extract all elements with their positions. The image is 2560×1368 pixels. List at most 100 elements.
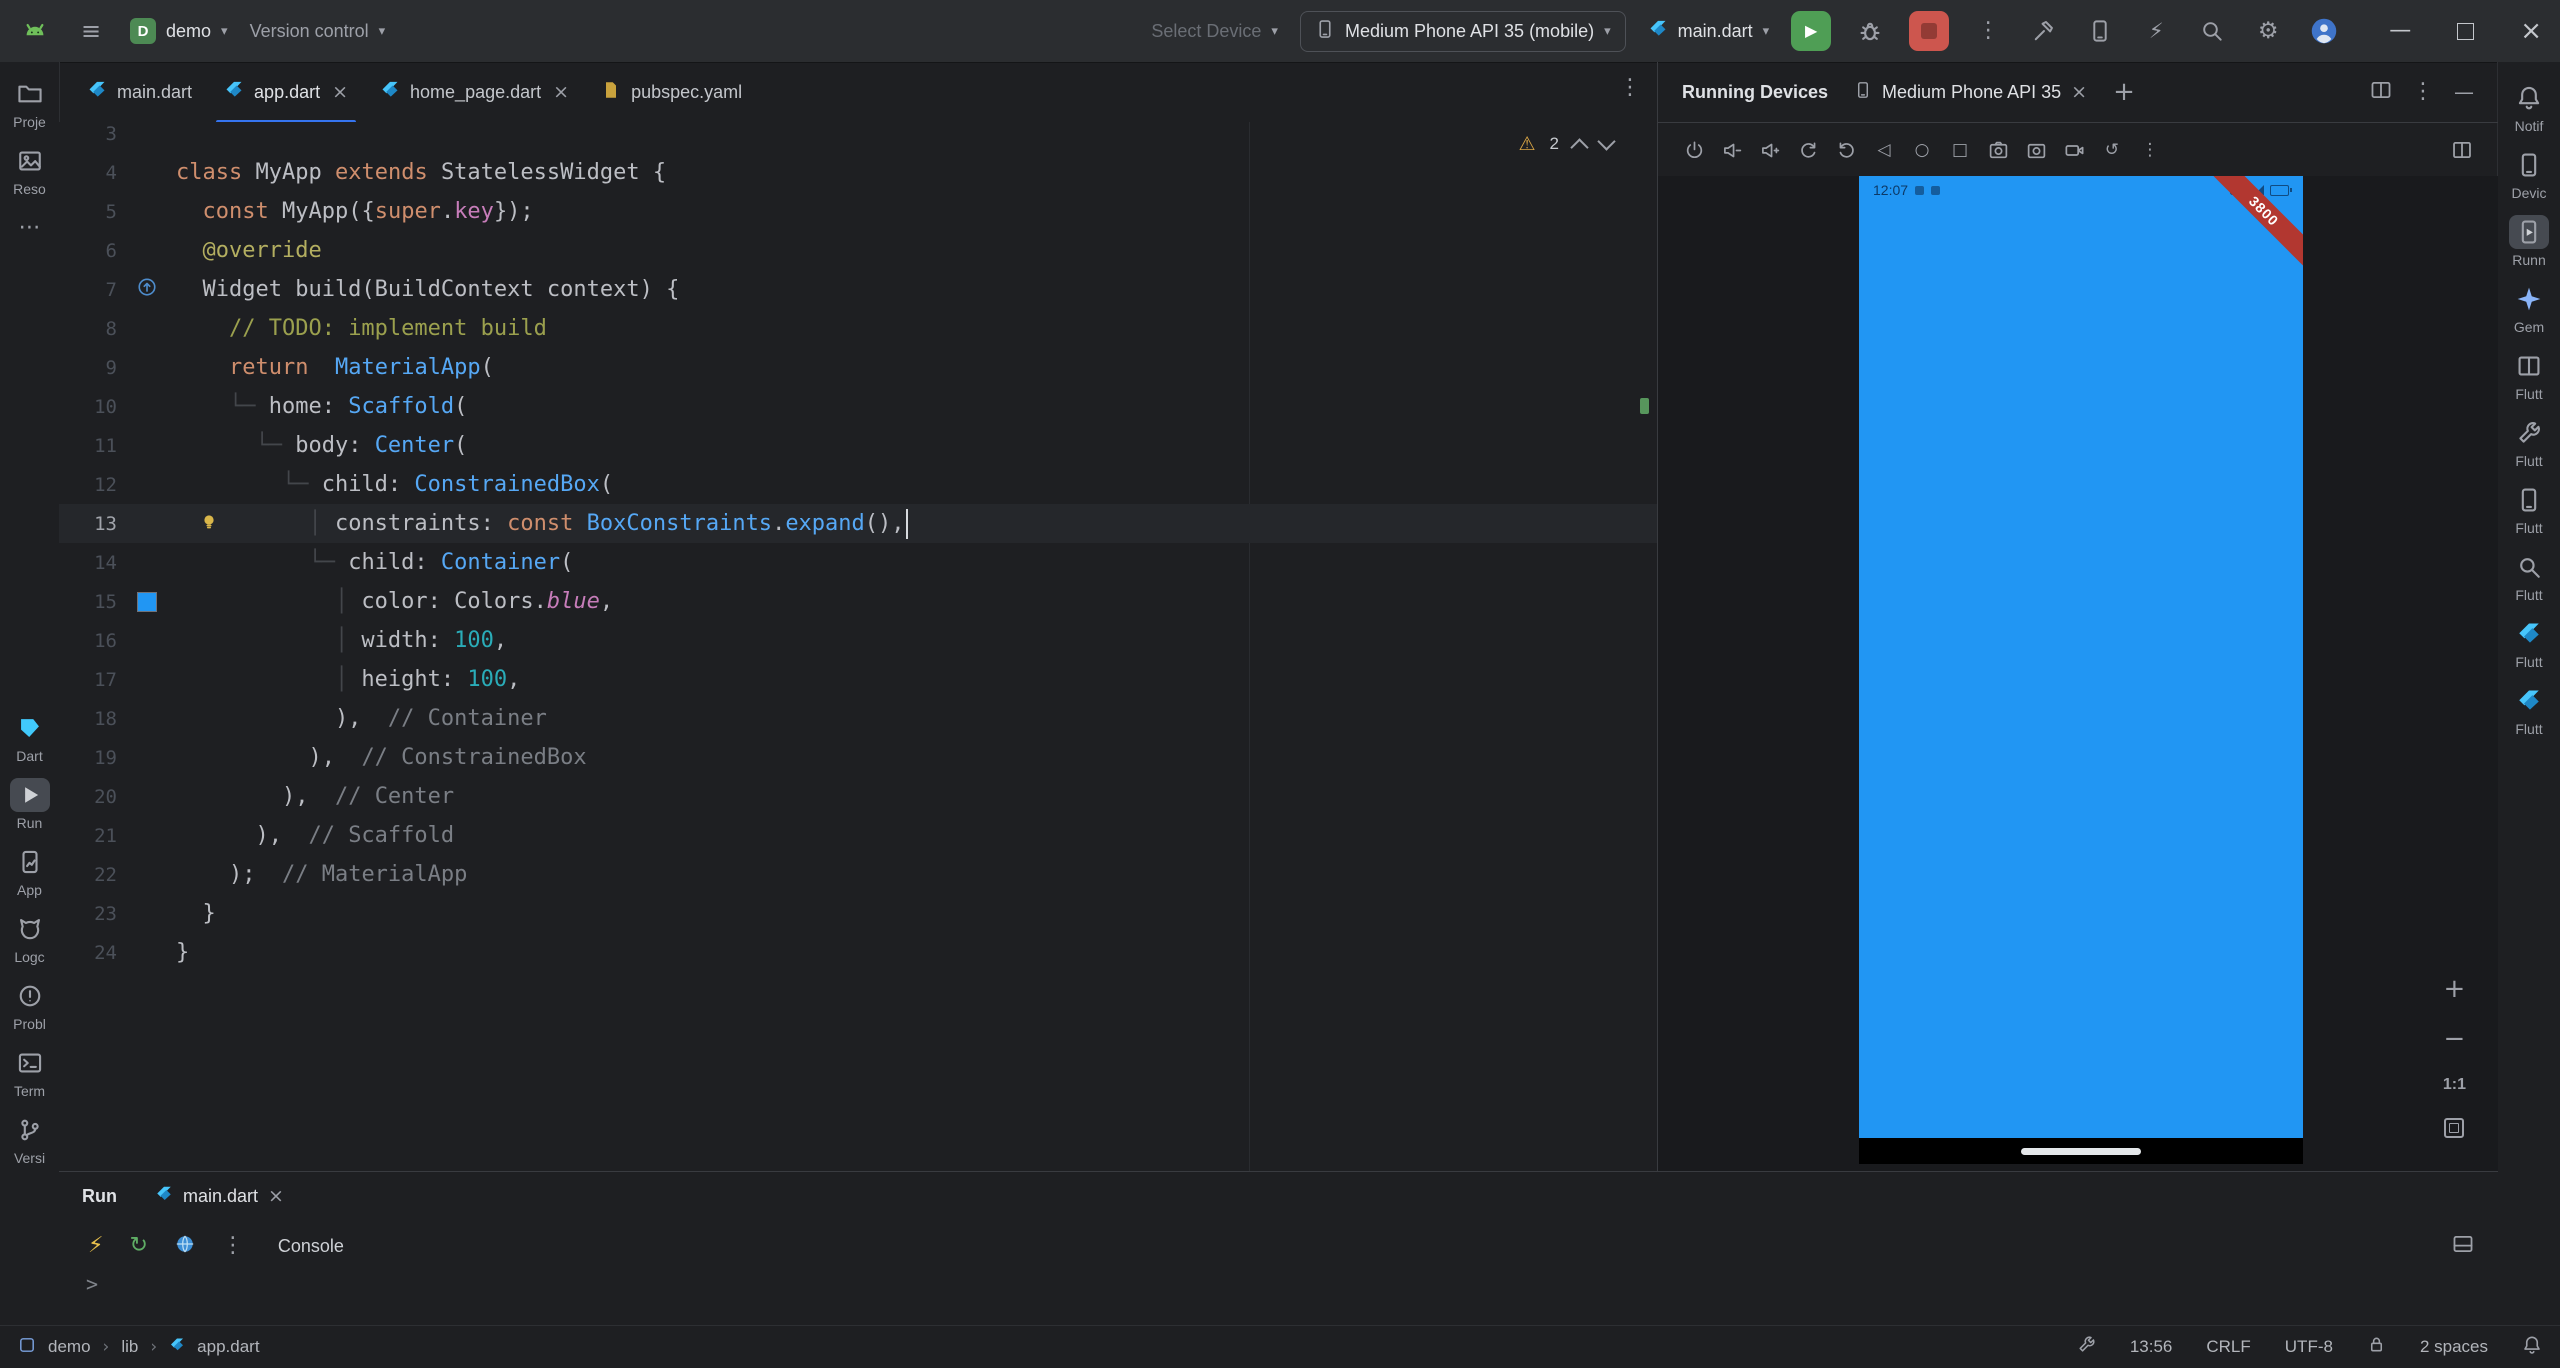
device-frame-icon[interactable] — [2446, 134, 2478, 166]
zoom-in-button[interactable]: + — [2444, 976, 2466, 1002]
tool-notifications[interactable]: Notif — [2509, 74, 2549, 141]
add-device-tab-button[interactable]: + — [2113, 79, 2135, 105]
line-ending[interactable]: CRLF — [2206, 1337, 2250, 1357]
tool-terminal[interactable]: Term — [10, 1039, 50, 1106]
lock-icon[interactable] — [2367, 1335, 2386, 1359]
back-icon[interactable]: ◁ — [1868, 134, 1900, 166]
line-number[interactable]: 10 — [59, 396, 117, 418]
line-number[interactable]: 24 — [59, 942, 117, 964]
device-selector[interactable]: Medium Phone API 35 (mobile) ▾ — [1300, 11, 1626, 52]
line-number[interactable]: 19 — [59, 747, 117, 769]
indent-setting[interactable]: 2 spaces — [2420, 1337, 2488, 1357]
tab-home_page.dart[interactable]: home_page.dart× — [364, 62, 585, 122]
color-preview-swatch[interactable] — [137, 592, 157, 612]
line-number[interactable]: 18 — [59, 708, 117, 730]
line-number[interactable]: 3 — [59, 123, 117, 145]
tab-app.dart[interactable]: app.dart× — [208, 62, 364, 122]
zoom-actual-button[interactable]: 1:1 — [2443, 1076, 2466, 1094]
line-number[interactable]: 11 — [59, 435, 117, 457]
next-warning-icon[interactable] — [1597, 132, 1615, 150]
line-number[interactable]: 8 — [59, 318, 117, 340]
tool-problems[interactable]: Probl — [10, 972, 50, 1039]
tool-app-quality-insights[interactable]: App — [10, 838, 50, 905]
tool-flutter-inspector[interactable]: Flutt — [2509, 543, 2549, 610]
select-device-dropdown[interactable]: Select Device ▾ — [1151, 21, 1278, 42]
tool-flutter-outline[interactable]: Flutt — [2509, 342, 2549, 409]
tool-flutter-property-editor[interactable]: Flutt — [2509, 677, 2549, 744]
line-number[interactable]: 12 — [59, 474, 117, 496]
line-number[interactable]: 13 — [59, 513, 117, 535]
tool-logcat[interactable]: Logc — [10, 905, 50, 972]
tool-device-manager[interactable]: Devic — [2509, 141, 2549, 208]
device-manager-button[interactable] — [2083, 14, 2117, 48]
line-number[interactable]: 16 — [59, 630, 117, 652]
line-number[interactable]: 22 — [59, 864, 117, 886]
volume-up-icon[interactable] — [1754, 134, 1786, 166]
minimize-button[interactable]: — — [2389, 20, 2411, 42]
hide-panel-icon[interactable]: — — [2454, 82, 2474, 102]
zoom-out-button[interactable]: − — [2444, 1026, 2466, 1052]
caret-position[interactable]: 13:56 — [2130, 1337, 2173, 1357]
device-tab[interactable]: Medium Phone API 35 × — [1854, 81, 2087, 104]
console-label[interactable]: Console — [278, 1236, 344, 1257]
wrench-icon[interactable] — [2077, 1335, 2096, 1359]
line-number[interactable]: 23 — [59, 903, 117, 925]
tool-run[interactable]: Run — [10, 771, 50, 838]
breadcrumb-folder[interactable]: lib — [121, 1337, 138, 1357]
line-number[interactable]: 7 — [59, 279, 117, 301]
run-configuration[interactable]: main.dart ▾ — [1648, 19, 1770, 44]
maximize-button[interactable] — [2457, 23, 2474, 40]
line-number[interactable]: 4 — [59, 162, 117, 184]
more-options-icon[interactable]: ⋮ — [222, 1235, 244, 1257]
line-number[interactable]: 5 — [59, 201, 117, 223]
devtools-icon[interactable] — [174, 1233, 196, 1260]
emulator-screen[interactable]: 12:07 3G 3800 — [1859, 176, 2303, 1138]
more-options-icon[interactable]: ⋮ — [2412, 81, 2434, 103]
tool-running-devices[interactable]: Runn — [2509, 208, 2549, 275]
snapshot-icon[interactable]: ↺ — [2096, 134, 2128, 166]
line-number[interactable]: 21 — [59, 825, 117, 847]
close-tab-icon[interactable]: × — [332, 83, 348, 102]
user-avatar[interactable] — [2307, 14, 2341, 48]
close-tab-icon[interactable]: × — [553, 83, 569, 102]
line-number[interactable]: 14 — [59, 552, 117, 574]
tool-more-tools[interactable]: ⋯ — [10, 204, 50, 252]
profiler-button[interactable]: ⚡ — [2139, 14, 2173, 48]
breadcrumb-file[interactable]: app.dart — [197, 1337, 259, 1357]
hot-restart-icon[interactable]: ↻ — [129, 1235, 147, 1257]
code-editor[interactable]: 34class MyApp extends StatelessWidget {5… — [59, 122, 1657, 1172]
line-number[interactable]: 6 — [59, 240, 117, 262]
inspection-widget[interactable]: ⚠ 2 — [1518, 134, 1613, 154]
notifications-icon[interactable] — [2522, 1335, 2542, 1360]
console-output[interactable]: > — [59, 1272, 2498, 1296]
tab-main.dart[interactable]: main.dart — [71, 62, 208, 122]
tab-pubspec.yaml[interactable]: pubspec.yaml — [585, 62, 758, 122]
run-button[interactable]: ▶ — [1791, 11, 1831, 51]
rotate-right-icon[interactable] — [1830, 134, 1862, 166]
volume-down-icon[interactable] — [1716, 134, 1748, 166]
line-number[interactable]: 15 — [59, 591, 117, 613]
close-tab-icon[interactable]: × — [2071, 83, 2087, 102]
debug-button[interactable] — [1853, 14, 1887, 48]
main-menu-icon[interactable]: ≡ — [74, 14, 108, 48]
tool-dart-analysis[interactable]: Dart — [10, 704, 50, 771]
tool-flutter-tools[interactable]: Flutt — [2509, 409, 2549, 476]
more-actions-icon[interactable]: ⋮ — [1971, 14, 2005, 48]
panel-title[interactable]: Running Devices — [1682, 82, 1828, 103]
run-panel-title[interactable]: Run — [82, 1186, 117, 1207]
line-number[interactable]: 20 — [59, 786, 117, 808]
tool-gemini[interactable]: Gem — [2509, 275, 2549, 342]
line-number[interactable]: 9 — [59, 357, 117, 379]
camera-icon[interactable] — [2020, 134, 2052, 166]
override-gutter-icon[interactable] — [137, 277, 157, 302]
breadcrumb-project[interactable]: demo — [48, 1337, 91, 1357]
line-number[interactable]: 17 — [59, 669, 117, 691]
project-selector[interactable]: D demo ▾ — [130, 18, 228, 44]
power-icon[interactable] — [1678, 134, 1710, 166]
zoom-fit-button[interactable] — [2444, 1118, 2464, 1138]
gesture-pill[interactable] — [2021, 1148, 2141, 1155]
overview-icon[interactable]: □ — [1944, 134, 1976, 166]
close-button[interactable]: × — [2520, 18, 2542, 44]
tool-resource-manager[interactable]: Reso — [10, 137, 50, 204]
prev-warning-icon[interactable] — [1570, 138, 1588, 156]
